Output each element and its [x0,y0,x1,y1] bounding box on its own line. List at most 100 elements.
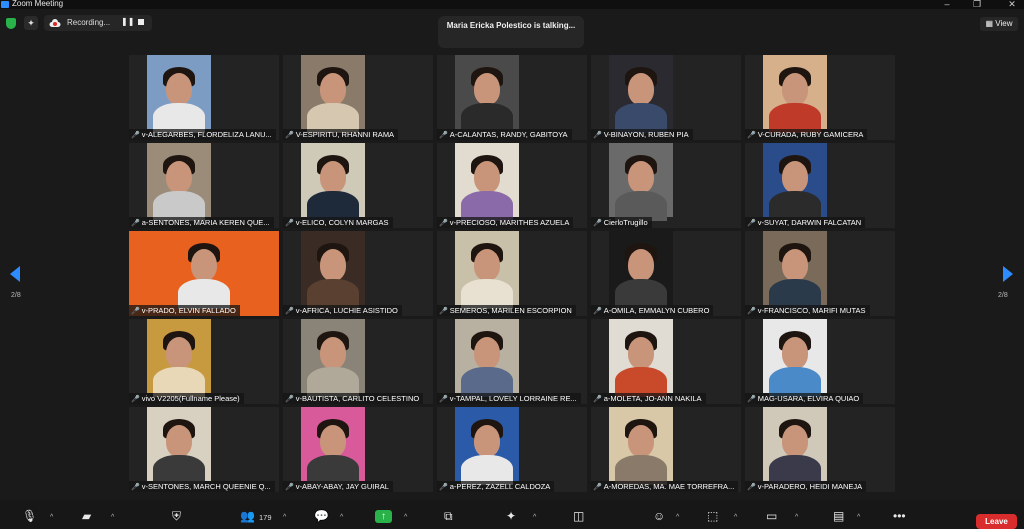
participant-tile[interactable]: 🎤 v-PARADERO, HEIDI MANEJA [745,407,895,492]
chat-caret[interactable]: ^ [340,514,343,521]
participant-name: v-SUYAT, DARWIN FALCATAN [757,218,862,227]
share-screen-icon[interactable]: ↑ [375,510,392,523]
participant-name-label: 🎤 v-SUYAT, DARWIN FALCATAN [745,217,866,228]
host-tools-icon[interactable]: ▭ [766,508,777,524]
participant-tile[interactable]: 🎤 v-PRECIOSO, MARITHES AZUELA [437,143,587,228]
close-icon[interactable]: ✕ [1005,0,1019,9]
grid-view-icon: ▦ [985,19,994,28]
mic-muted-icon: 🎤 [747,308,756,315]
next-page-button[interactable] [1003,266,1013,282]
participant-tile[interactable]: 🎤 v-BAUTISTA, CARLITO CELESTINO [283,319,433,404]
participants-icon[interactable]: 👥 [240,508,255,524]
participant-video [301,143,365,221]
mic-muted-icon: 🎤 [439,308,448,315]
captions-caret[interactable]: ^ [734,514,737,521]
pause-recording-button[interactable]: ❚❚ [121,17,134,26]
mic-muted-icon: 🎤 [131,220,140,227]
notes-caret[interactable]: ^ [857,514,860,521]
participant-name: V-ESPIRITU, RHANNI RAMA [295,130,395,139]
participant-video [609,231,673,309]
participant-video [147,143,211,221]
participant-tile[interactable]: 🎤 A-OMILA, EMMALYN CUBERO [591,231,741,316]
restore-icon[interactable]: ❐ [970,0,984,9]
more-icon[interactable]: ••• [893,508,906,524]
participant-tile[interactable]: 🎤 v-SUYAT, DARWIN FALCATAN [745,143,895,228]
participant-tile[interactable]: 🎤 v-ABAY-ABAY, JAY GUIRAL [283,407,433,492]
audio-options-caret[interactable]: ^ [50,514,53,521]
participant-face [628,425,654,457]
participant-tile[interactable]: 🎤 CierloTrugillo [591,143,741,228]
reactions-icon[interactable]: ☺ [653,508,665,524]
leave-button[interactable]: Leave [976,514,1017,529]
notes-icon[interactable]: ▤ [833,508,844,524]
participant-tile[interactable]: 🎤 A-MOREDAS, MA. MAE TORREFRA... [591,407,741,492]
participant-video [301,231,365,309]
participant-tile[interactable]: 🎤 v-FRANCISCO, MARIFI MUTAS [745,231,895,316]
mic-muted-icon: 🎤 [131,132,140,139]
ai-caret[interactable]: ^ [533,514,536,521]
participant-name-label: 🎤 v-FRANCISCO, MARIFI MUTAS [745,305,870,316]
participants-caret[interactable]: ^ [283,514,286,521]
ai-sparkle-icon[interactable]: ✦ [24,16,38,30]
participant-name-label: 🎤 a-MOLETA, JO-ANN NAKILA [591,393,706,404]
ai-companion-icon[interactable]: ✦ [506,508,516,524]
participant-name-label: 🎤 a-PEREZ, ZAZELL CALDOZA [437,481,555,492]
participant-face [628,337,654,369]
participant-name: a-SENTONES, MARIA KEREN QUE... [141,218,270,227]
participant-video [609,319,673,397]
participant-tile[interactable]: 🎤 v-PRADO, ELVIN FALLADO [129,231,279,316]
participant-name-label: 🎤 V-ESPIRITU, RHANNI RAMA [283,129,399,140]
title-bar: Zoom Meeting – ❐ ✕ [0,0,1024,9]
participant-tile[interactable]: 🎤 v-ELICO, COLYN MARGAS [283,143,433,228]
view-button[interactable]: ▦ View [980,17,1018,31]
stop-recording-button[interactable] [138,19,144,25]
recording-indicator: Recording... ❚❚ [44,15,152,31]
participant-video [609,55,673,133]
host-tools-caret[interactable]: ^ [795,514,798,521]
mic-muted-icon: 🎤 [131,484,140,491]
participant-tile[interactable]: 🎤 v-AFRICA, LUCHIE ASISTIDO [283,231,433,316]
gallery-view: 🎤 v-ALEGARBES, FLORDELIZA LANU... 🎤 V-ESPIR… [129,55,895,495]
participant-name: v-ELICO, COLYN MARGAS [295,218,389,227]
participant-tile[interactable]: 🎤 v-ALEGARBES, FLORDELIZA LANU... [129,55,279,140]
participant-name: v-PRADO, ELVIN FALLADO [141,306,236,315]
minimize-icon[interactable]: – [940,0,954,9]
participants-count: 179 [259,513,272,522]
participant-tile[interactable]: 🎤 A-CALANTAS, RANDY, GABITOYA [437,55,587,140]
participant-tile[interactable]: 🎤 v-SENTONES, MARCH QUEENIE Q... [129,407,279,492]
participant-face [782,73,808,105]
shield-icon[interactable]: ⛨ [172,508,181,524]
reactions-caret[interactable]: ^ [676,514,679,521]
mic-muted-icon: 🎤 [593,132,602,139]
apps-icon[interactable]: ⧉ [444,508,453,524]
record-icon[interactable]: ◫ [573,508,584,524]
participant-face [628,161,654,193]
video-off-icon[interactable]: ▰ [82,508,91,524]
participant-tile[interactable]: 🎤 MAG-USARA, ELVIRA QUIAO [745,319,895,404]
participant-face [320,249,346,281]
participant-tile[interactable]: 🎤 a-PEREZ, ZAZELL CALDOZA [437,407,587,492]
participant-name: CierloTrugillo [603,218,648,227]
mic-muted-icon[interactable]: 🎙 [22,508,37,524]
participant-tile[interactable]: 🎤 SEMEROS, MARILEN ESCORPION [437,231,587,316]
participant-name: a-MOLETA, JO-ANN NAKILA [603,394,702,403]
video-options-caret[interactable]: ^ [111,514,114,521]
participant-face [628,73,654,105]
participant-tile[interactable]: 🎤 vivo V2205(Fullname Please) [129,319,279,404]
participant-tile[interactable]: 🎤 a-SENTONES, MARIA KEREN QUE... [129,143,279,228]
encryption-shield-icon[interactable] [6,18,16,29]
share-caret[interactable]: ^ [404,514,407,521]
participant-name: V-BINAYON, RUBEN PIA [603,130,689,139]
participant-name-label: 🎤 V-BINAYON, RUBEN PIA [591,129,693,140]
participant-name: A-OMILA, EMMALYN CUBERO [603,306,710,315]
participant-tile[interactable]: 🎤 V-ESPIRITU, RHANNI RAMA [283,55,433,140]
participant-video [763,143,827,221]
mic-muted-icon: 🎤 [747,484,756,491]
participant-tile[interactable]: 🎤 V-BINAYON, RUBEN PIA [591,55,741,140]
participant-tile[interactable]: 🎤 v-TAMPAL, LOVELY LORRAINE RE... [437,319,587,404]
chat-icon[interactable]: 💬 [314,508,329,524]
participant-tile[interactable]: 🎤 a-MOLETA, JO-ANN NAKILA [591,319,741,404]
participant-tile[interactable]: 🎤 V-CURADA, RUBY GAMICERA [745,55,895,140]
captions-icon[interactable]: ⬚ [707,508,718,524]
previous-page-button[interactable] [10,266,20,282]
